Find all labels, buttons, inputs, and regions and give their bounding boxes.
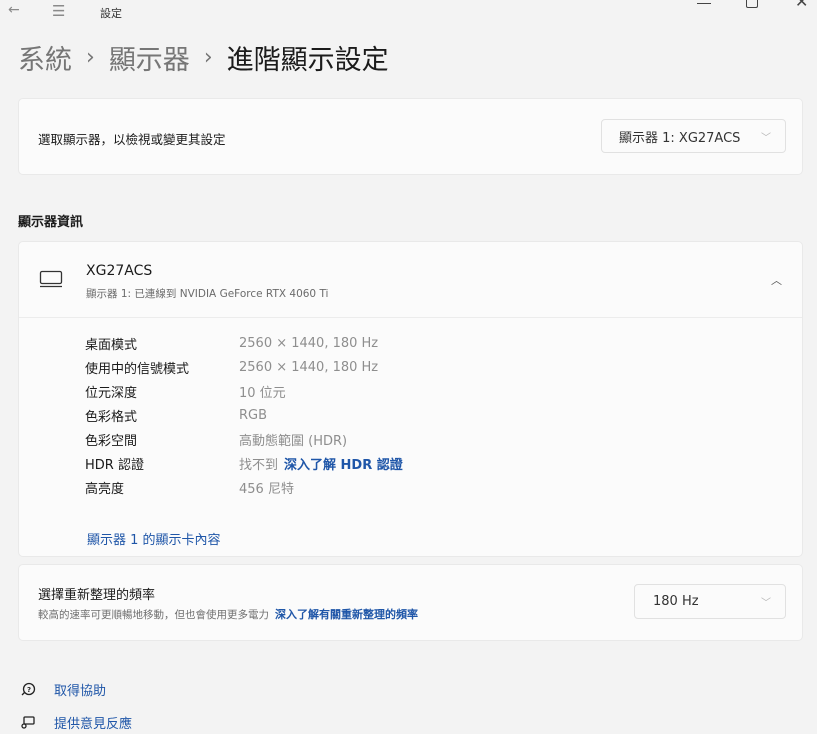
adapter-properties-link[interactable]: 顯示器 1 的顯示卡內容 [87,529,221,548]
refresh-rate-value: 180 Hz [653,594,699,609]
display-info-card: XG27ACS 顯示器 1: 已連線到 NVIDIA GeForce RTX 4… [18,241,803,557]
feedback-icon [20,715,36,731]
breadcrumb-display[interactable]: 顯示器 [109,38,190,77]
refresh-rate-description: 較高的速率可更順暢地移動，但也會使用更多電力 [38,609,269,621]
spec-key: 色彩空間 [85,433,138,449]
svg-text:?: ? [27,686,31,694]
spec-key: HDR 認證 [85,457,144,473]
window-title: 設定 [100,7,122,20]
refresh-rate-title: 選擇重新整理的頻率 [38,588,156,603]
refresh-rate-learn-more-link[interactable]: 深入了解有關重新整理的頻率 [275,608,418,621]
give-feedback-link[interactable]: 提供意見反應 [20,713,132,732]
chevron-up-icon[interactable]: ︿ [771,272,782,288]
spec-key: 使用中的信號模式 [85,361,190,377]
breadcrumb: 系統 › 顯示器 › 進階顯示設定 [18,38,389,77]
breadcrumb-separator: › [203,45,213,70]
display-select-card: 選取顯示器，以檢視或變更其設定 顯示器 1: XG27ACS ﹀ [18,98,803,175]
spec-value: 2560 × 1440, 180 Hz [239,335,379,351]
give-feedback-label: 提供意見反應 [54,717,133,732]
spec-row: 高亮度 456 尼特 [85,475,403,499]
spec-value: 456 尼特 [239,481,294,497]
help-chat-icon: ? [20,682,36,698]
spec-row: 色彩空間 高動態範圍 (HDR) [85,427,403,451]
spec-key: 桌面模式 [85,337,138,353]
breadcrumb-separator: › [86,45,95,70]
chevron-down-icon: ﹀ [761,598,771,609]
spec-key: 高亮度 [85,481,125,497]
spec-row: 使用中的信號模式 2560 × 1440, 180 Hz [85,355,403,379]
maximize-icon[interactable] [746,0,758,8]
hamburger-menu-icon[interactable]: ☰ [52,2,65,20]
refresh-rate-dropdown[interactable]: 180 Hz ﹀ [634,584,786,619]
get-help-label: 取得協助 [54,684,107,699]
close-icon[interactable]: ✕ [795,0,808,11]
section-title: 顯示器資訊 [18,215,84,230]
spec-value: 2560 × 1440, 180 Hz [239,359,379,375]
title-bar: ← ☰ 設定 ✕ [0,0,817,24]
monitor-subtitle: 顯示器 1: 已連線到 NVIDIA GeForce RTX 4060 Ti [86,288,329,300]
hdr-certification-link[interactable]: 深入了解 HDR 認證 [284,454,403,473]
chevron-down-icon: ﹀ [761,133,771,144]
spec-value: 高動態範圍 (HDR) [239,433,348,449]
spec-value: 10 位元 [239,385,286,401]
spec-row: 位元深度 10 位元 [85,379,403,403]
display-select-dropdown[interactable]: 顯示器 1: XG27ACS ﹀ [601,119,786,153]
back-arrow-icon[interactable]: ← [8,2,20,18]
display-info-header[interactable]: XG27ACS 顯示器 1: 已連線到 NVIDIA GeForce RTX 4… [19,242,802,318]
spec-key: 色彩格式 [85,409,138,425]
spec-value: 找不到 [239,457,279,473]
refresh-rate-card: 選擇重新整理的頻率 較高的速率可更順暢地移動，但也會使用更多電力 深入了解有關重新… [18,564,803,641]
spec-key: 位元深度 [85,385,138,401]
spec-value: RGB [239,407,268,423]
spec-list: 桌面模式 2560 × 1440, 180 Hz 使用中的信號模式 2560 ×… [85,331,403,499]
spec-row: HDR 認證 找不到 深入了解 HDR 認證 [85,451,403,475]
spec-row: 桌面模式 2560 × 1440, 180 Hz [85,331,403,355]
get-help-link[interactable]: ? 取得協助 [20,680,106,699]
page-title: 進階顯示設定 [226,45,389,76]
monitor-icon [39,270,63,288]
display-select-value: 顯示器 1: XG27ACS [619,130,741,146]
spec-row: 色彩格式 RGB [85,403,403,427]
breadcrumb-system[interactable]: 系統 [18,38,72,77]
refresh-rate-subtitle: 較高的速率可更順暢地移動，但也會使用更多電力 深入了解有關重新整理的頻率 [38,606,418,622]
monitor-name: XG27ACS [86,263,153,279]
display-select-label: 選取顯示器，以檢視或變更其設定 [38,132,226,147]
minimize-icon[interactable] [697,0,711,4]
